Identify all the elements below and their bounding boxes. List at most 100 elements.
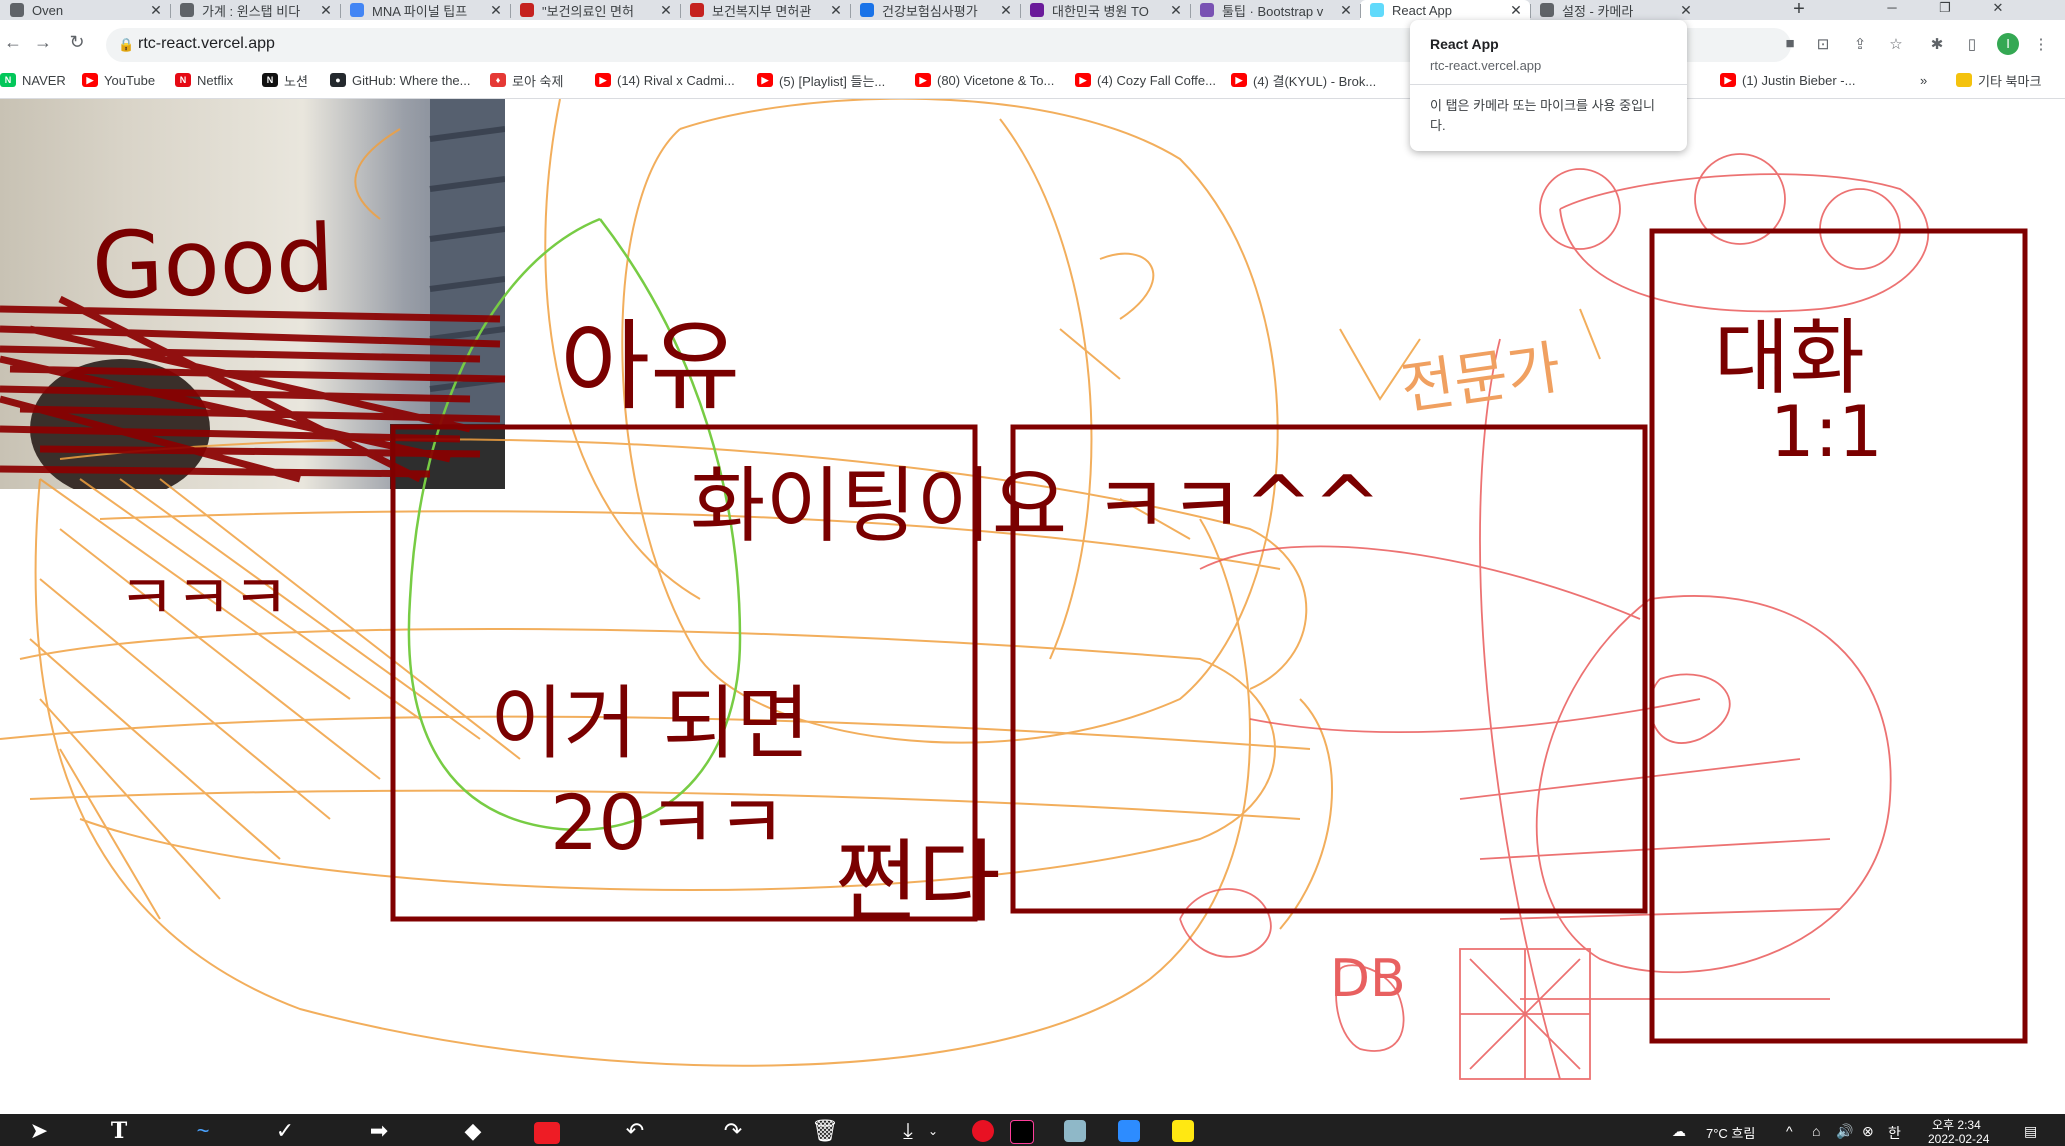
notification-icon[interactable]: ▤	[2024, 1123, 2037, 1140]
network-icon[interactable]: ⌂	[1812, 1123, 1820, 1139]
maximize-icon[interactable]: ❐	[1925, 0, 1965, 20]
pointer-tool-icon[interactable]: ➤	[24, 1118, 54, 1144]
d-icon	[860, 3, 874, 17]
eraser-tool-icon[interactable]: ◆	[458, 1118, 488, 1144]
bookmark-item[interactable]: ▶ (4) 결(KYUL) - Brok...	[1231, 70, 1376, 90]
bookmark-item[interactable]: N 노션	[262, 70, 308, 90]
react-icon	[1370, 3, 1384, 17]
forward-icon[interactable]: →	[32, 32, 54, 53]
notepad-app-icon[interactable]	[1064, 1120, 1086, 1142]
kakaotalk-app-icon[interactable]	[1172, 1120, 1194, 1142]
new-tab-button[interactable]: +	[1788, 0, 1810, 20]
tab-7[interactable]: 툴팁 · Bootstrap v ✕	[1190, 0, 1360, 20]
tab-separator	[1020, 4, 1021, 18]
tray-chevron-icon[interactable]: ^	[1786, 1123, 1793, 1139]
bookmark-label: Netflix	[197, 72, 234, 88]
drawing-canvas[interactable]: Good 아유 화이팅이요 ㅋㅋ^^ ㅋㅋㅋ 이거 되면 20ㅋㅋ 쩐다 대화 …	[0, 99, 2065, 1114]
bookmark-item[interactable]: ▶ YouTube	[82, 70, 155, 90]
tab-separator	[340, 4, 341, 18]
translate-icon[interactable]: ⊡	[1812, 35, 1834, 53]
bookmark-item[interactable]: ● GitHub: Where the...	[330, 70, 471, 90]
tab-9[interactable]: 설정 - 카메라 ✕	[1530, 0, 1700, 20]
bookmark-item[interactable]: ▶ (14) Rival x Cadmi...	[595, 70, 735, 90]
close-tab-icon[interactable]: ✕	[318, 2, 334, 19]
close-tab-icon[interactable]: ✕	[1168, 2, 1184, 19]
pen-tool-icon[interactable]: ~	[188, 1118, 218, 1144]
close-tab-icon[interactable]: ✕	[1678, 2, 1694, 19]
tab-8[interactable]: React App ✕	[1360, 0, 1530, 20]
reload-icon[interactable]: ↻	[66, 32, 88, 53]
tab-separator	[850, 4, 851, 18]
bookmark-label: (5) [Playlist] 들는...	[779, 73, 886, 89]
close-tab-icon[interactable]: ✕	[1338, 2, 1354, 19]
tab-2[interactable]: MNA 파이널 팁프 ✕	[340, 0, 510, 20]
handwriting-jjeonda: 쩐다	[835, 830, 1001, 935]
clock-date[interactable]: 2022-02-24	[1928, 1132, 1989, 1146]
tab-4[interactable]: 보건복지부 면허관 ✕	[680, 0, 850, 20]
bookmarks-more-button[interactable]: »	[1920, 70, 1927, 90]
close-tab-icon[interactable]: ✕	[828, 2, 844, 19]
tab-separator	[510, 4, 511, 18]
minimize-icon[interactable]: ─	[1872, 0, 1912, 20]
camera-in-use-icon[interactable]: ■	[1779, 35, 1801, 52]
extensions-icon[interactable]: ✱	[1926, 35, 1948, 53]
ppt-icon	[350, 3, 364, 17]
bookmark-item[interactable]: ▶ (80) Vicetone & To...	[915, 70, 1054, 90]
drawing-toolbar	[0, 1114, 1000, 1146]
tab-title: MNA 파이널 팁프	[372, 3, 468, 19]
tab-6[interactable]: 대한민국 병원 TO ✕	[1020, 0, 1190, 20]
share-icon[interactable]: ⇪	[1849, 35, 1871, 53]
close-tab-icon[interactable]: ✕	[1508, 2, 1524, 19]
bookmark-favicon-icon: ♦	[490, 73, 506, 87]
text-tool-icon[interactable]: T	[104, 1118, 134, 1144]
chevron-down-icon[interactable]: ⌄	[918, 1118, 948, 1144]
undo-icon[interactable]: ↶	[620, 1118, 650, 1144]
tab-5[interactable]: 건강보험심사평가 ✕	[850, 0, 1020, 20]
close-tab-icon[interactable]: ✕	[488, 2, 504, 19]
weather-text[interactable]: 7°C 흐림	[1706, 1123, 1755, 1142]
close-tab-icon[interactable]: ✕	[998, 2, 1014, 19]
folder-icon	[1956, 73, 1972, 87]
bookmark-label: (4) Cozy Fall Coffe...	[1097, 72, 1216, 88]
page-icon	[180, 3, 194, 17]
mute-status-icon[interactable]: ⊗	[1862, 1123, 1874, 1140]
bookmark-star-icon[interactable]: ☆	[1885, 35, 1907, 53]
close-circle-app-icon[interactable]	[972, 1120, 994, 1142]
weather-icon[interactable]: ☁	[1672, 1123, 1686, 1140]
side-panel-icon[interactable]: ▯	[1961, 35, 1983, 53]
redo-icon[interactable]: ↷	[718, 1118, 748, 1144]
close-tab-icon[interactable]: ✕	[148, 2, 164, 19]
check-tool-icon[interactable]: ✓	[270, 1118, 300, 1144]
bookmark-item[interactable]: ▶ (5) [Playlist] 들는...	[757, 70, 885, 90]
bookmark-favicon-icon: ▶	[82, 73, 98, 87]
arrow-tool-icon[interactable]: ➡	[364, 1118, 394, 1144]
back-icon[interactable]: ←	[2, 32, 24, 53]
bookmark-item[interactable]: ♦ 로아 숙제	[490, 70, 563, 90]
trash-icon[interactable]: 🗑	[810, 1118, 840, 1144]
bookmark-item[interactable]: ▶ (1) Justin Bieber -...	[1720, 70, 1855, 90]
tab-title: 건강보험심사평가	[882, 3, 978, 19]
color-picker-swatch[interactable]	[534, 1122, 560, 1144]
tab-separator	[1190, 4, 1191, 18]
volume-icon[interactable]: 🔊	[1836, 1123, 1853, 1140]
clock-time[interactable]: 오후 2:34	[1932, 1116, 1981, 1133]
tab-3[interactable]: "보건의료인 면허 ✕	[510, 0, 680, 20]
tab-1[interactable]: 가계 : 윈스탭 비다 ✕	[170, 0, 340, 20]
other-bookmarks-folder[interactable]: 기타 북마크	[1956, 70, 2041, 90]
bookmark-item[interactable]: ▶ (4) Cozy Fall Coffe...	[1075, 70, 1216, 90]
bookmark-item[interactable]: N NAVER	[0, 70, 66, 90]
more-menu-icon[interactable]: ⋮	[2030, 35, 2052, 53]
zoom-app-icon[interactable]	[1118, 1120, 1140, 1142]
profile-avatar[interactable]: I	[1997, 33, 2019, 55]
jetbrains-icon[interactable]	[1010, 1120, 1034, 1144]
bookmark-item[interactable]: N Netflix	[175, 70, 233, 90]
bookmark-label: YouTube	[104, 72, 156, 88]
tab-0[interactable]: Oven ✕	[0, 0, 170, 20]
close-tab-icon[interactable]: ✕	[658, 2, 674, 19]
url-text[interactable]: rtc-react.vercel.app	[138, 35, 275, 53]
tab-hover-card: React App rtc-react.vercel.app 이 탭은 카메라 …	[1410, 20, 1687, 151]
lock-icon[interactable]: 🔒	[118, 37, 134, 53]
oven-icon	[10, 3, 24, 17]
ime-icon[interactable]: 한	[1888, 1123, 1901, 1143]
close-window-icon[interactable]: ✕	[1978, 0, 2018, 20]
